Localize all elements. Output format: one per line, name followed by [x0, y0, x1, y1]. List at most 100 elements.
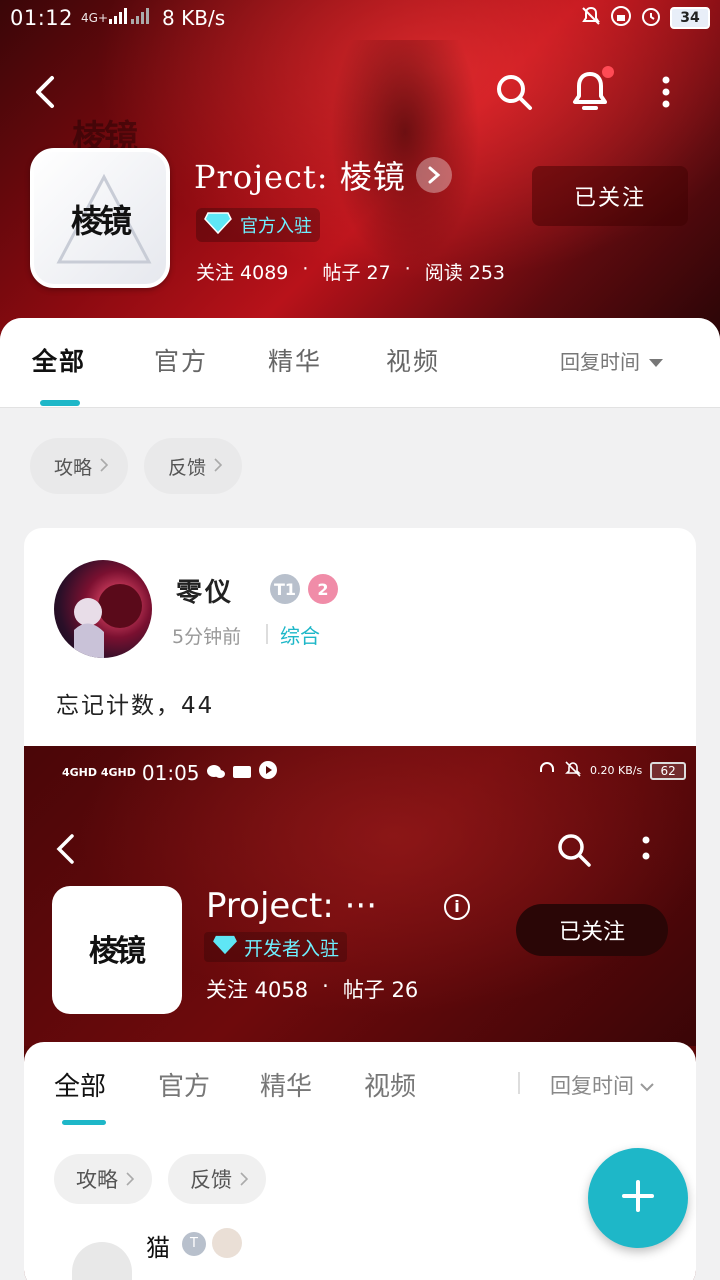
follow-count: 关注 4089 — [196, 262, 289, 284]
network-speed: 8 KB/s — [162, 6, 226, 30]
embed-chips: 攻略 反馈 — [54, 1154, 266, 1204]
signal-2-icon — [130, 6, 152, 30]
tag-chips: 攻略 反馈 — [30, 438, 243, 494]
official-badge-text: 官方入驻 — [240, 216, 312, 237]
avatar[interactable] — [54, 560, 152, 658]
post-time: 5分钟前 — [172, 626, 242, 648]
forum-title-row[interactable]: Project: 棱镜 — [194, 152, 452, 198]
lock-rotation-icon — [610, 5, 632, 32]
embed-status-bar: 4GHD 4GHD 01:05 — [62, 760, 278, 785]
forum-avatar[interactable]: 棱镜 — [30, 148, 170, 288]
embed-post-count: 帖子 26 — [342, 978, 419, 1002]
wechat-icon — [206, 761, 226, 785]
plus-icon — [620, 1178, 656, 1218]
embed-follow-button: 已关注 — [516, 904, 668, 956]
chevron-right-icon — [214, 455, 223, 477]
more-icon[interactable] — [652, 74, 680, 114]
embed-forum-avatar: 棱镜 — [52, 886, 182, 1014]
embed-stats: 关注 4058 · 帖子 26 — [206, 974, 418, 1004]
signal-icon — [108, 6, 130, 30]
chip-label: 反馈 — [190, 1168, 232, 1192]
avatar-art-icon — [74, 584, 142, 658]
forum-header: 棱镜 01:12 4G+ 8 KB/s 34 棱镜 Project: 棱镜 官方… — [0, 0, 720, 340]
chip-label: 反馈 — [168, 456, 207, 479]
forum-logo-text: 棱镜 — [70, 202, 132, 240]
embed-badge: 开发者入驻 — [204, 932, 348, 962]
chip-label: 攻略 — [54, 456, 93, 479]
embed-logo-text: 棱镜 — [89, 934, 146, 969]
chevron-down-icon — [640, 1073, 654, 1097]
tab-video[interactable]: 视频 — [386, 342, 440, 378]
embed-next-avatar — [72, 1242, 132, 1280]
diamond-icon — [212, 934, 238, 960]
embed-sort: 回复时间 — [550, 1070, 654, 1100]
embed-panel: 全部 官方 精华 视频 回复时间 攻略 反馈 猫 T — [24, 1042, 696, 1280]
mail-icon — [232, 761, 252, 785]
post-count: 帖子 27 — [322, 262, 391, 284]
embed-network: 4GHD 4GHD — [62, 766, 136, 779]
chip-guide[interactable]: 攻略 — [30, 438, 129, 494]
embed-time: 01:05 — [141, 760, 200, 785]
status-icons: 34 — [580, 5, 710, 32]
embed-tab-official: 官方 — [158, 1072, 211, 1102]
embed-sort-label: 回复时间 — [550, 1074, 634, 1098]
rank-badge: 2 — [308, 574, 338, 604]
info-icon: i — [444, 894, 470, 920]
headphone-icon — [538, 760, 556, 781]
chevron-right-icon — [100, 455, 109, 477]
back-icon — [52, 832, 78, 866]
tab-indicator — [40, 400, 80, 406]
chevron-down-icon — [648, 349, 664, 373]
play-icon — [258, 760, 278, 785]
chevron-right-icon[interactable] — [415, 157, 452, 193]
back-icon[interactable] — [28, 72, 64, 112]
embed-title: Project: ··· — [206, 886, 378, 926]
official-badge: 官方入驻 — [196, 208, 320, 242]
divider — [266, 624, 268, 644]
search-icon[interactable] — [494, 72, 534, 112]
search-icon — [556, 832, 592, 868]
stats-separator: · — [322, 974, 329, 998]
chevron-right-icon — [240, 1167, 249, 1191]
forum-stats: 关注 4089 · 帖子 27 · 阅读 253 — [196, 258, 505, 285]
follow-button[interactable]: 已关注 — [532, 166, 688, 226]
chip-feedback[interactable]: 反馈 — [144, 438, 243, 494]
read-count: 阅读 253 — [424, 262, 506, 284]
content-panel: 全部 官方 精华 视频 回复时间 攻略 反馈 零仪 T1 2 5分钟前 综合 忘… — [0, 318, 720, 1280]
embed-chip-feedback: 反馈 — [168, 1154, 266, 1204]
sort-dropdown[interactable]: 回复时间 — [560, 346, 664, 375]
level-badge: T1 — [270, 574, 300, 604]
mute-icon — [564, 760, 582, 781]
chip-label: 攻略 — [76, 1168, 118, 1192]
tab-official[interactable]: 官方 — [154, 342, 208, 378]
post-category[interactable]: 综合 — [280, 620, 320, 649]
post-card[interactable]: 零仪 T1 2 5分钟前 综合 忘记计数，44 4GHD 4GHD 01:05 … — [24, 528, 696, 1280]
status-bar: 01:12 4G+ 8 KB/s 34 — [0, 0, 720, 36]
author-name[interactable]: 零仪 — [176, 572, 234, 609]
post-text: 忘记计数，44 — [56, 693, 215, 719]
embed-follow-count: 关注 4058 — [206, 978, 309, 1002]
forum-title: Project: 棱镜 — [194, 158, 406, 196]
battery-indicator: 34 — [670, 7, 710, 29]
tab-all[interactable]: 全部 — [32, 342, 86, 378]
diamond-icon — [204, 211, 232, 239]
embed-chip-guide: 攻略 — [54, 1154, 152, 1204]
new-post-button[interactable] — [588, 1148, 688, 1248]
more-icon — [638, 834, 654, 866]
embed-tab-video: 视频 — [364, 1072, 417, 1102]
embed-next-decoration — [212, 1228, 242, 1258]
embed-tab-indicator — [62, 1120, 106, 1125]
embed-badge-text: 开发者入驻 — [244, 937, 340, 960]
embed-next-level: T — [182, 1232, 206, 1256]
embed-battery: 62 — [650, 761, 687, 780]
notification-dot — [602, 66, 614, 78]
embed-tab-featured: 精华 — [260, 1072, 313, 1102]
embed-tab-all: 全部 — [54, 1072, 107, 1102]
chevron-right-icon — [126, 1167, 135, 1191]
alarm-icon — [640, 5, 662, 32]
stats-separator: · — [404, 258, 411, 280]
sort-label: 回复时间 — [560, 350, 640, 374]
tab-featured[interactable]: 精华 — [268, 342, 322, 378]
mute-icon — [580, 5, 602, 32]
divider — [518, 1072, 520, 1094]
